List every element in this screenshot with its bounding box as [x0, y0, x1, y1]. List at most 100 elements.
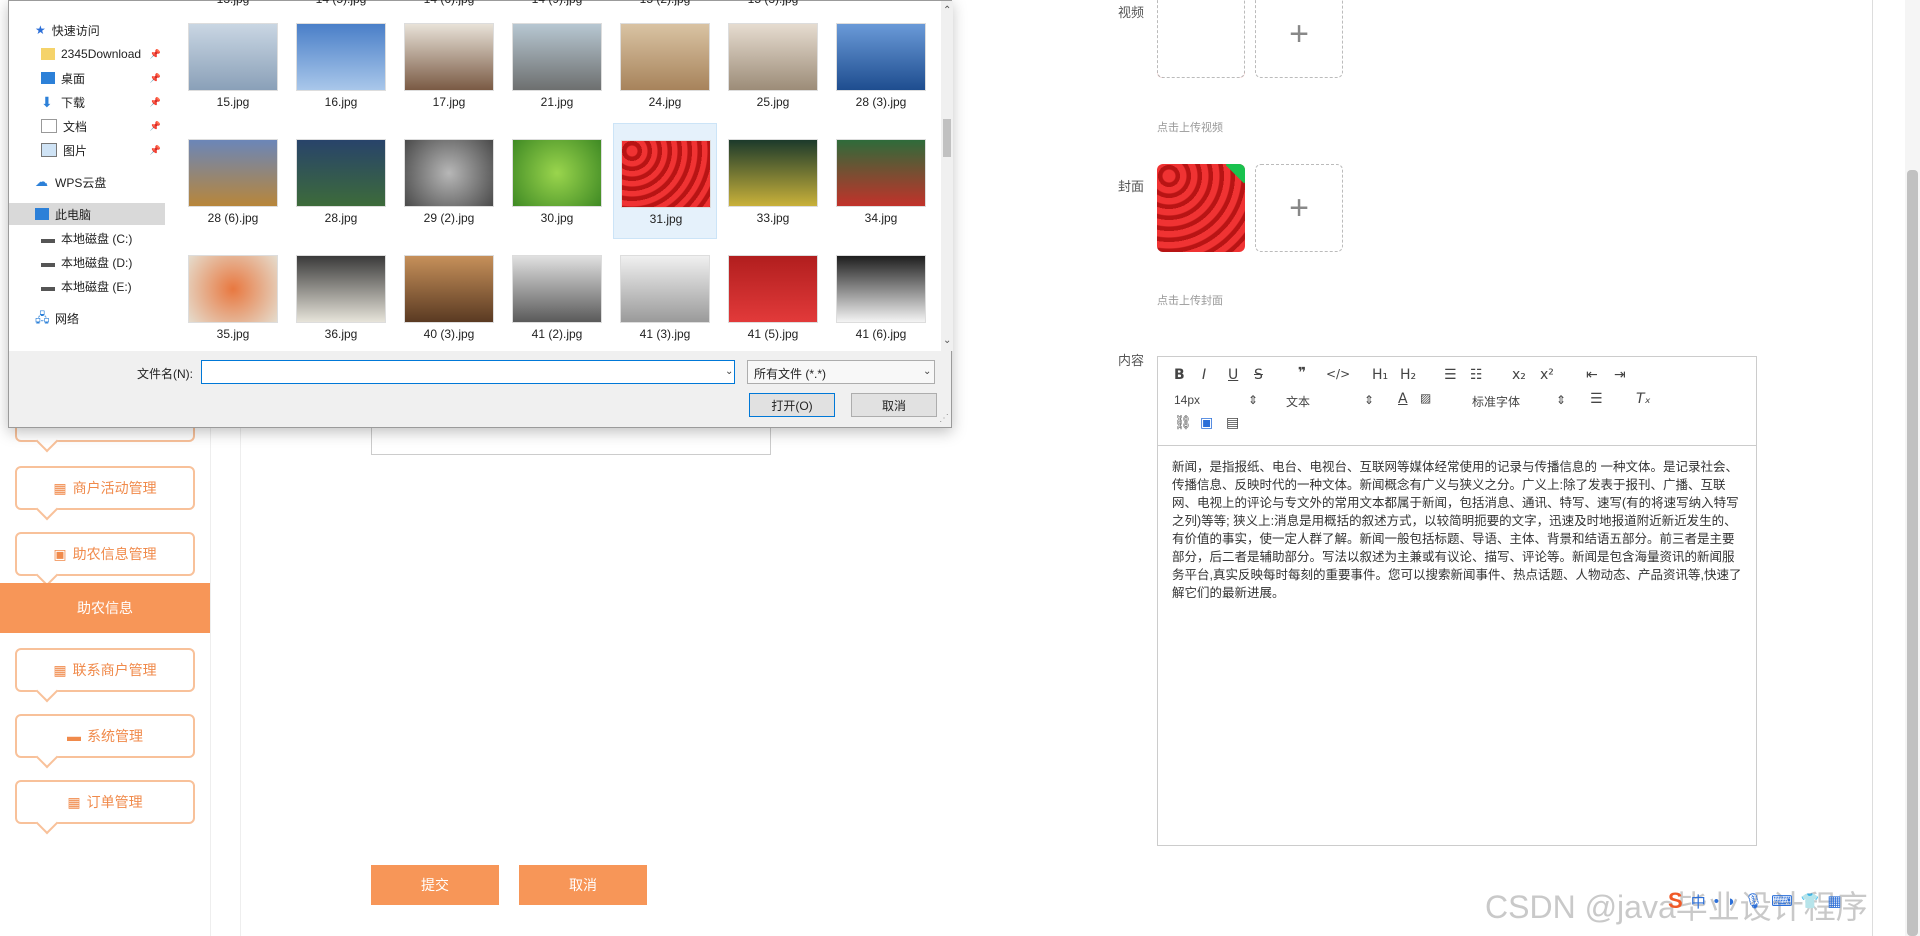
nav-item-downloads[interactable]: ⬇ 下载 📌	[9, 91, 165, 113]
heading1-icon[interactable]: H₁	[1372, 367, 1388, 383]
link-icon[interactable]: ⛓	[1174, 415, 1192, 431]
video-add-button[interactable]: +	[1255, 0, 1343, 78]
ordered-list-icon[interactable]: ☰	[1444, 367, 1457, 383]
file-name: 24.jpg	[648, 95, 682, 109]
nav-item-desktop[interactable]: 桌面 📌	[9, 67, 165, 89]
file-item[interactable]: 36.jpg	[289, 239, 393, 355]
file-item[interactable]: 17.jpg	[397, 7, 501, 123]
nav-item-pictures[interactable]: 图片 📌	[9, 139, 165, 161]
file-item[interactable]: 33.jpg	[721, 123, 825, 239]
video-preview-frame[interactable]	[1157, 0, 1245, 78]
file-item[interactable]: 41 (6).jpg	[829, 239, 933, 355]
file-item[interactable]: 28 (6).jpg	[181, 123, 285, 239]
menu-item-contact-merchant[interactable]: ▦ 联系商户管理	[15, 648, 195, 692]
ime-grid-icon[interactable]: ▦	[1827, 892, 1841, 910]
file-item[interactable]: 30.jpg	[505, 123, 609, 239]
underline-icon[interactable]: U	[1228, 367, 1238, 383]
file-item[interactable]: 21.jpg	[505, 7, 609, 123]
file-name: 25.jpg	[756, 95, 790, 109]
italic-icon[interactable]: I	[1202, 367, 1206, 383]
file-name-partial: 14 (5).jpg	[289, 0, 393, 6]
chevron-down-icon[interactable]: ⌄	[725, 366, 733, 377]
blockquote-icon[interactable]: ❞	[1298, 365, 1306, 381]
outdent-icon[interactable]: ⇤	[1586, 367, 1598, 383]
nav-quick-access[interactable]: ★ 快速访问	[9, 19, 165, 41]
pin-icon: 📌	[149, 48, 161, 59]
ime-shirt-icon[interactable]: 👕	[1801, 892, 1820, 910]
font-size-select[interactable]: 14px	[1174, 393, 1200, 407]
file-item[interactable]: 34.jpg	[829, 123, 933, 239]
nav-item-download-folder[interactable]: 2345Download 📌	[9, 43, 165, 65]
dialog-scrollbar[interactable]	[941, 1, 953, 351]
dialog-cancel-button[interactable]: 取消	[851, 393, 937, 417]
file-item[interactable]: 41 (3).jpg	[613, 239, 717, 355]
file-name: 40 (3).jpg	[423, 327, 475, 341]
menu-item-active[interactable]: 助农信息	[0, 583, 210, 633]
file-item[interactable]: 15.jpg	[181, 7, 285, 123]
scroll-up-icon[interactable]: ⌃	[943, 5, 951, 16]
file-name-partial: 15 (2).jpg	[613, 0, 717, 6]
ime-moon-icon[interactable]: ◗	[1727, 893, 1736, 910]
ime-keyboard-icon[interactable]: ⌨	[1771, 892, 1793, 910]
sort-icon: ⇕	[1556, 393, 1567, 407]
page-scrollbar-thumb[interactable]	[1907, 170, 1918, 936]
file-item[interactable]: 41 (5).jpg	[721, 239, 825, 355]
heading2-icon[interactable]: H₂	[1400, 367, 1416, 383]
file-thumbnail	[296, 23, 386, 91]
bullet-list-icon[interactable]: ☷	[1470, 367, 1483, 383]
file-item[interactable]: 24.jpg	[613, 7, 717, 123]
font-family-select[interactable]: 标准字体	[1472, 393, 1520, 410]
editor-content[interactable]: 新闻，是指报纸、电台、电视台、互联网等媒体经常使用的记录与传播信息的 一种文体。…	[1158, 446, 1756, 614]
menu-item-merchant-activity[interactable]: ▦ 商户活动管理	[15, 466, 195, 510]
ime-lang-icon[interactable]: 中	[1691, 891, 1706, 912]
file-item[interactable]: 29 (2).jpg	[397, 123, 501, 239]
superscript-icon[interactable]: x²	[1540, 367, 1554, 383]
filetype-select[interactable]: 所有文件 (*.*)	[747, 360, 935, 384]
clear-format-icon[interactable]: Tₓ	[1636, 391, 1651, 407]
rich-text-editor[interactable]: B I U S ❞ </> H₁ H₂ ☰ ☷ x₂ x² ⇤ ⇥ 14px ⇕…	[1157, 356, 1757, 846]
nav-this-pc[interactable]: 此电脑	[9, 203, 165, 225]
font-color-icon[interactable]: A	[1398, 391, 1408, 407]
file-item[interactable]: 31.jpg	[613, 123, 717, 239]
file-item[interactable]: 28.jpg	[289, 123, 393, 239]
nav-drive-c[interactable]: 本地磁盘 (C:)	[9, 227, 165, 249]
nav-drive-d[interactable]: 本地磁盘 (D:)	[9, 251, 165, 273]
filename-input[interactable]	[201, 360, 735, 384]
nav-network[interactable]: 🖧 网络	[9, 307, 165, 329]
nav-wps-cloud[interactable]: ☁ WPS云盘	[9, 171, 165, 193]
cancel-button[interactable]: 取消	[519, 865, 647, 905]
chevron-down-icon[interactable]: ⌄	[923, 366, 931, 377]
ime-punct-icon[interactable]: •	[1714, 893, 1719, 910]
open-button[interactable]: 打开(O)	[749, 393, 835, 417]
background-color-icon[interactable]: ▨	[1420, 391, 1431, 405]
file-item[interactable]: 35.jpg	[181, 239, 285, 355]
menu-item-farm-info[interactable]: ▣ 助农信息管理	[15, 532, 195, 576]
menu-item-system[interactable]: ▬ 系统管理	[15, 714, 195, 758]
bold-icon[interactable]: B	[1174, 367, 1185, 383]
nav-drive-e[interactable]: 本地磁盘 (E:)	[9, 275, 165, 297]
cover-add-button[interactable]: +	[1255, 164, 1343, 252]
dialog-scrollbar-thumb[interactable]	[943, 119, 951, 157]
file-item[interactable]: 41 (2).jpg	[505, 239, 609, 355]
indent-icon[interactable]: ⇥	[1614, 367, 1626, 383]
image-icon[interactable]: ▣	[1200, 415, 1213, 431]
menu-item-orders[interactable]: ▦ 订单管理	[15, 780, 195, 824]
subscript-icon[interactable]: x₂	[1512, 367, 1526, 383]
text-type-select[interactable]: 文本	[1286, 393, 1310, 410]
cover-preview[interactable]	[1157, 164, 1245, 252]
submit-button[interactable]: 提交	[371, 865, 499, 905]
scroll-down-icon[interactable]: ⌄	[943, 335, 951, 346]
video-icon[interactable]: ▤	[1226, 415, 1239, 431]
file-item[interactable]: 28 (3).jpg	[829, 7, 933, 123]
file-item[interactable]: 16.jpg	[289, 7, 393, 123]
nav-label: 下载	[61, 95, 86, 110]
file-item[interactable]: 25.jpg	[721, 7, 825, 123]
resize-grip-icon[interactable]: ⋰	[939, 413, 949, 424]
strike-icon[interactable]: S	[1254, 367, 1263, 383]
nav-item-documents[interactable]: 文档 📌	[9, 115, 165, 137]
file-item[interactable]: 40 (3).jpg	[397, 239, 501, 355]
ime-mic-icon[interactable]: 🎙	[1744, 892, 1763, 910]
code-icon[interactable]: </>	[1326, 367, 1350, 381]
align-icon[interactable]: ☰	[1590, 391, 1603, 407]
plus-icon: +	[1289, 14, 1309, 53]
